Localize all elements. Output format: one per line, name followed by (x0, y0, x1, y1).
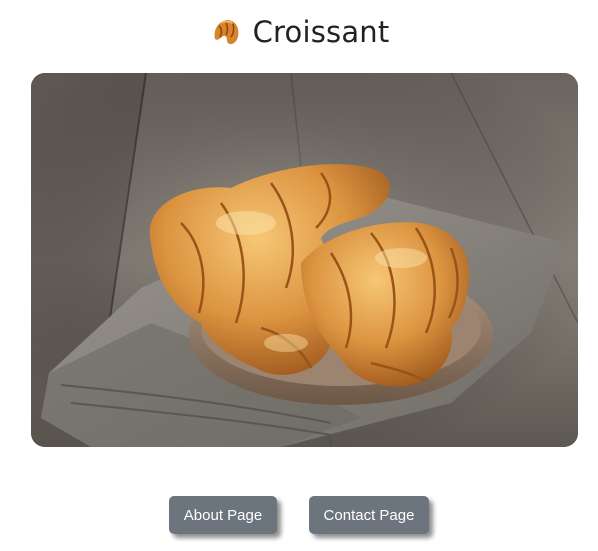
about-page-button[interactable]: About Page (169, 496, 277, 534)
page: Croissant About Page Contact Page (0, 0, 598, 551)
croissant-emoji-icon (209, 15, 243, 49)
page-title: Croissant (252, 15, 390, 49)
button-row: About Page Contact Page (0, 496, 598, 534)
contact-page-button[interactable]: Contact Page (309, 496, 429, 534)
page-header: Croissant (0, 12, 598, 52)
croissant-photo (31, 73, 578, 447)
